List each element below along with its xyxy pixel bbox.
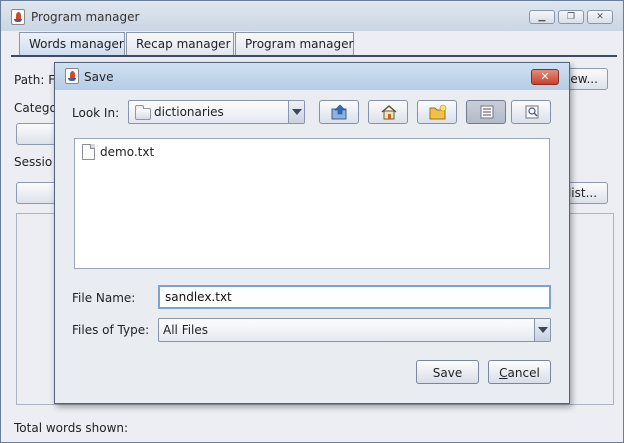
file-name-label: File Name: <box>72 291 136 305</box>
dialog-title: Save <box>84 70 114 84</box>
chevron-down-icon <box>534 319 550 341</box>
save-button[interactable]: Save <box>416 360 479 384</box>
up-one-level-button[interactable] <box>319 100 359 124</box>
chevron-down-icon <box>288 101 304 123</box>
file-name-input[interactable] <box>158 285 551 309</box>
files-of-type-dropdown[interactable]: All Files <box>158 318 551 342</box>
category-label: Catego <box>14 101 57 115</box>
look-in-value: dictionaries <box>154 105 224 119</box>
maximize-button[interactable]: ❐ <box>558 10 584 24</box>
path-label: Path: F: <box>14 73 59 87</box>
tab-words-manager[interactable]: Words manager <box>19 32 125 55</box>
total-words-label: Total words shown: <box>14 421 129 435</box>
details-view-icon <box>525 105 539 119</box>
cancel-label-rest: ancel <box>507 366 540 380</box>
tab-recap-manager[interactable]: Recap manager <box>126 32 234 55</box>
minimize-button[interactable]: ▁ <box>529 10 555 24</box>
list-view-icon <box>480 105 494 119</box>
details-view-button[interactable] <box>511 100 551 124</box>
look-in-dropdown[interactable]: dictionaries <box>128 100 305 124</box>
save-dialog: Save ✕ Look In: dictionaries demo.txt Fi… <box>54 62 570 404</box>
new-folder-icon <box>429 104 447 120</box>
files-of-type-label: Files of Type: <box>72 323 150 337</box>
dialog-close-button[interactable]: ✕ <box>531 69 559 85</box>
home-button[interactable] <box>368 100 408 124</box>
up-folder-icon <box>331 104 347 120</box>
session-label: Sessio <box>14 155 53 169</box>
main-title-bar[interactable]: Program manager ▁ ❐ ✕ <box>1 1 623 31</box>
new-folder-button[interactable] <box>417 100 457 124</box>
java-app-icon <box>11 9 25 25</box>
tab-divider <box>11 55 617 57</box>
folder-icon <box>135 105 151 120</box>
list-view-button[interactable] <box>466 100 506 124</box>
files-of-type-value: All Files <box>163 323 209 337</box>
file-item-name: demo.txt <box>100 145 155 159</box>
java-app-icon <box>65 68 79 84</box>
file-list[interactable]: demo.txt <box>74 138 550 269</box>
cancel-button[interactable]: Cancel <box>488 360 551 384</box>
cancel-mnemonic: C <box>499 366 508 380</box>
document-icon <box>82 144 95 160</box>
tab-program-manager[interactable]: Program manager <box>235 32 354 55</box>
dialog-title-bar[interactable]: Save ✕ <box>55 63 569 90</box>
window-title: Program manager <box>31 10 140 24</box>
look-in-label: Look In: <box>72 106 120 120</box>
home-icon <box>381 105 397 120</box>
close-button[interactable]: ✕ <box>587 10 613 24</box>
